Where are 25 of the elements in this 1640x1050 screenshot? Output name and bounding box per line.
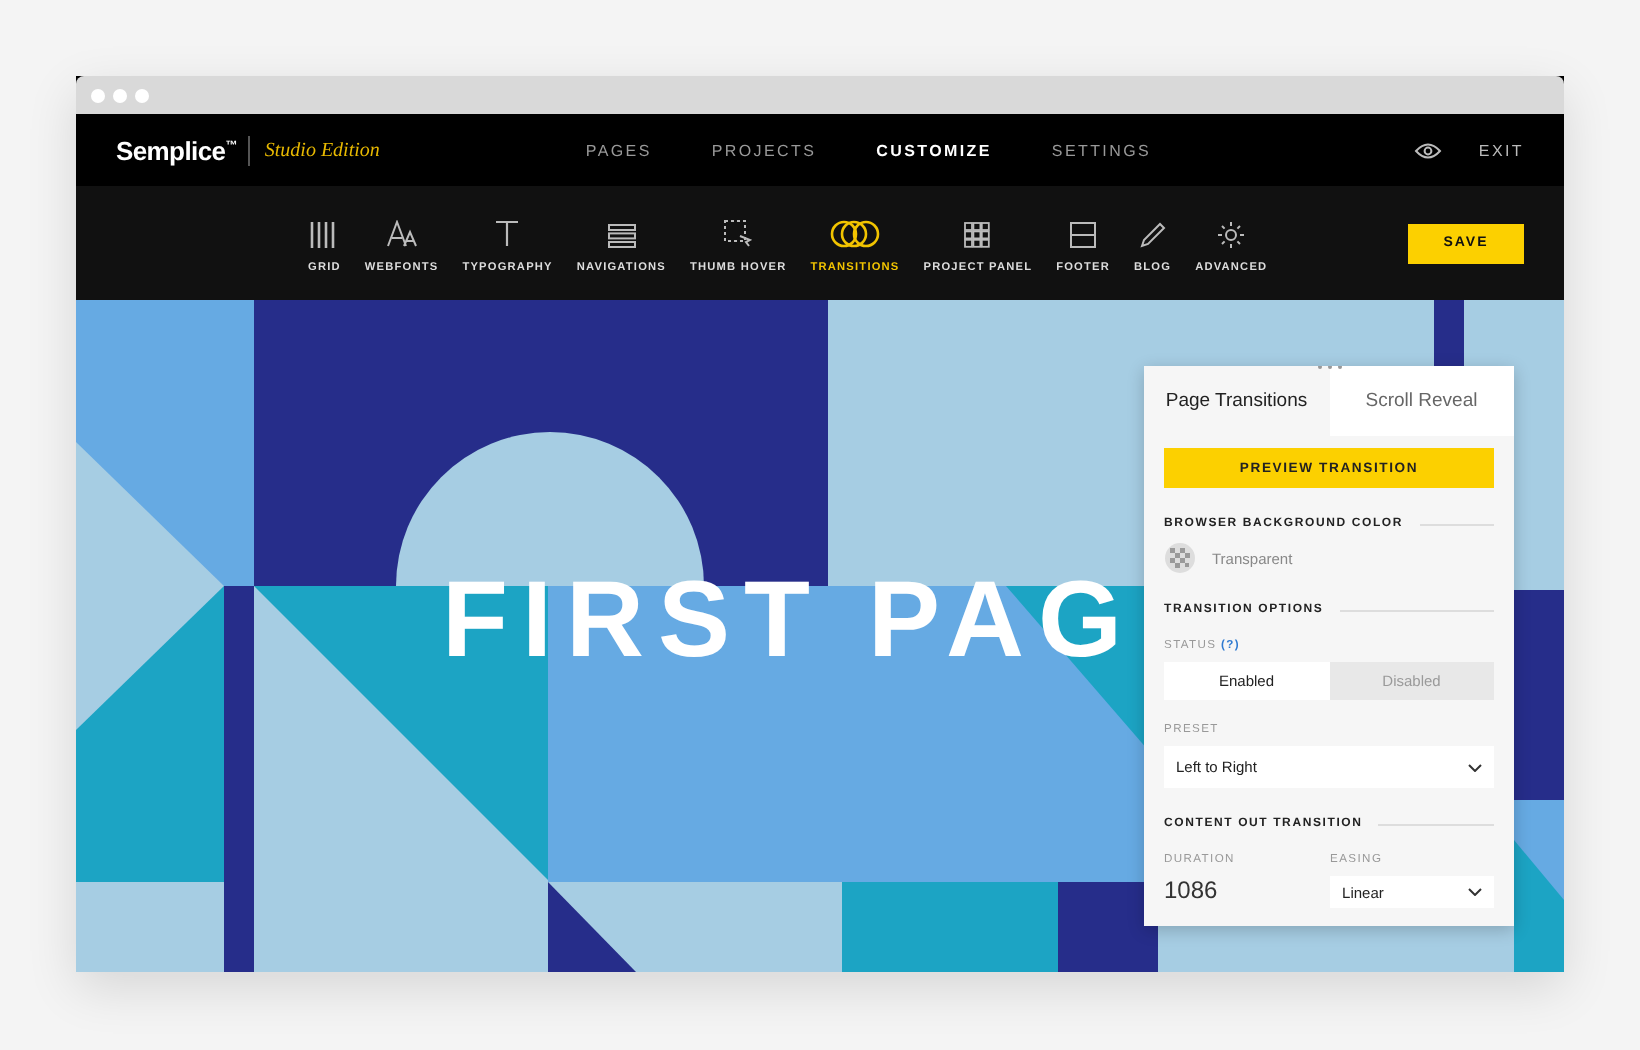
font-icon [385, 219, 418, 247]
eye-icon[interactable] [1414, 141, 1443, 159]
columns-icon [310, 221, 339, 247]
page-headline: FIRST PAG [442, 566, 1137, 674]
transparent-swatch-icon[interactable] [1164, 542, 1196, 574]
pencil-icon [1139, 221, 1166, 247]
layout-icon [1070, 221, 1097, 247]
logo[interactable]: Semplice$^{™}$ [116, 135, 251, 165]
sun-icon [1218, 221, 1245, 247]
panel-tab[interactable]: Page Transitions [1144, 366, 1329, 436]
nav-link[interactable]: PROJECTS [711, 141, 817, 159]
exit-link[interactable]: EXIT [1478, 141, 1524, 159]
nav-link[interactable]: CUSTOMIZE [876, 141, 992, 159]
grid-icon [964, 221, 991, 247]
text-icon [494, 219, 521, 247]
nav-link[interactable]: SETTINGS [1051, 141, 1152, 159]
chevron-down-icon [1468, 888, 1482, 896]
chevron-down-icon [1468, 763, 1482, 771]
nav-link[interactable]: PAGES [585, 141, 652, 159]
menu-icon [607, 223, 636, 247]
dashed-selection-icon [724, 219, 753, 247]
edition-label: Studio Edition [264, 139, 380, 161]
duration-field[interactable]: 1086 [1164, 876, 1291, 904]
overlapping-circles-icon [829, 219, 881, 247]
panel-tab[interactable]: Scroll Reveal [1329, 366, 1514, 436]
